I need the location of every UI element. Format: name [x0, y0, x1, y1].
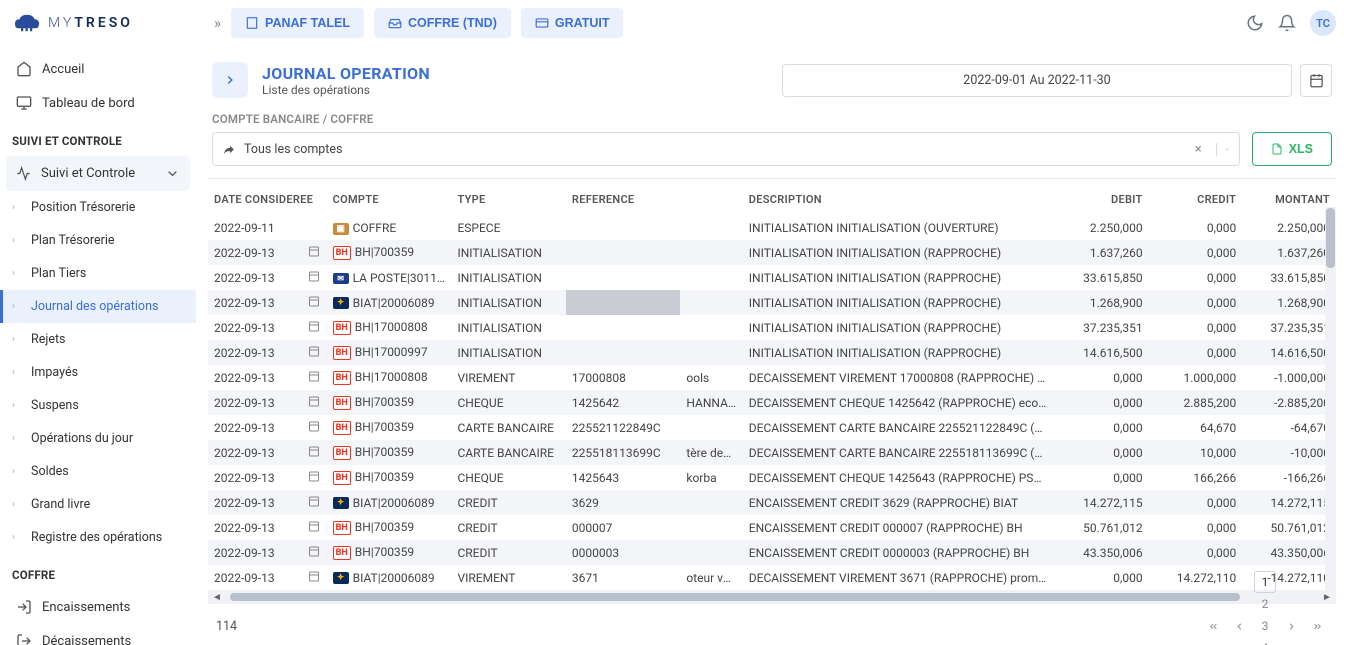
table-row[interactable]: 2022-09-13BHBH|700359CARTE BANCAIRE22552… [208, 415, 1336, 440]
filter-label: COMPTE BANCAIRE / COFFRE [208, 112, 1336, 132]
sidebar-sub-op-rations-du-jour[interactable]: ›Opérations du jour [0, 422, 196, 455]
page-title: JOURNAL OPERATION [262, 64, 430, 83]
col-debit[interactable]: DEBIT [1055, 179, 1149, 216]
account-filter-value: Tous les comptes [244, 142, 342, 157]
table-row[interactable]: 2022-09-13BHBH|700359CREDIT000007ENCAISS… [208, 515, 1336, 540]
export-xls-button[interactable]: XLS [1252, 132, 1332, 166]
sidebar-group-suivi[interactable]: Suivi et Controle [6, 156, 190, 191]
sidebar-item-accueil[interactable]: Accueil [0, 52, 196, 86]
table-row[interactable]: 2022-09-13✦BIAT|20006089INITIALISATIONIN… [208, 290, 1336, 315]
sidebar-sub-rejets[interactable]: ›Rejets [0, 323, 196, 356]
page-icon[interactable] [212, 62, 248, 98]
app-logo: MYTRESO [12, 11, 208, 35]
table-row[interactable]: 2022-09-13BHBH|700359CREDIT0000003ENCAIS… [208, 540, 1336, 565]
pager-first[interactable] [1202, 615, 1224, 637]
sidebar-section-coffre: COFFRE [0, 554, 196, 590]
clear-filter-icon[interactable]: × [1189, 142, 1208, 157]
table-row[interactable]: 2022-09-11▣COFFREESPECEINITIALISATION IN… [208, 216, 1336, 240]
date-range-input[interactable]: 2022-09-01 Au 2022-11-30 [782, 64, 1292, 97]
share-icon [223, 143, 236, 156]
sidebar-sub-impay-s[interactable]: ›Impayés [0, 356, 196, 389]
table-row[interactable]: 2022-09-13BHBH|700359CARTE BANCAIRE22551… [208, 440, 1336, 465]
sidebar-sub-position-tr-sorerie[interactable]: ›Position Trésorerie [0, 191, 196, 224]
calendar-button[interactable] [1300, 64, 1332, 97]
activity-icon [16, 166, 31, 181]
top-button-gratuit[interactable]: GRATUIT [521, 8, 624, 38]
account-filter-combo[interactable]: Tous les comptes × [212, 132, 1240, 166]
vertical-scrollbar[interactable] [1325, 207, 1336, 590]
pager-last[interactable] [1306, 615, 1328, 637]
sidebar-sub-suspens[interactable]: ›Suspens [0, 389, 196, 422]
scroll-left-icon[interactable]: ◄ [210, 592, 224, 603]
pager-next[interactable] [1280, 615, 1302, 637]
pager-page-2[interactable]: 2 [1254, 593, 1276, 615]
sidebar-item-décaissements[interactable]: Décaissements [0, 624, 196, 645]
table-row[interactable]: 2022-09-13✉LA POSTE|30110865INITIALISATI… [208, 265, 1336, 290]
col-description[interactable]: DESCRIPTION [743, 179, 1055, 216]
table-row[interactable]: 2022-09-13BHBH|17000997INITIALISATIONINI… [208, 340, 1336, 365]
table-row[interactable]: 2022-09-13BHBH|17000808INITIALISATIONINI… [208, 315, 1336, 340]
sidebar-sub-plan-tr-sorerie[interactable]: ›Plan Trésorerie [0, 224, 196, 257]
table-row[interactable]: 2022-09-13✦BIAT|20006089CREDIT3629ENCAIS… [208, 490, 1336, 515]
sidebar-item-encaissements[interactable]: Encaissements [0, 590, 196, 624]
sidebar-sub-journal-des-op-rations[interactable]: ›Journal des opérations [0, 290, 196, 323]
sidebar-sub-grand-livre[interactable]: ›Grand livre [0, 488, 196, 521]
col-montant[interactable]: MONTANT [1242, 179, 1336, 216]
file-icon [1271, 143, 1283, 155]
pager-page-3[interactable]: 3 [1254, 615, 1276, 637]
table-row[interactable]: 2022-09-13BHBH|700359CHEQUE1425642HANNA.… [208, 390, 1336, 415]
total-count: 114 [216, 619, 237, 634]
user-avatar[interactable]: TC [1310, 10, 1336, 36]
sidebar-item-tableau-de-bord[interactable]: Tableau de bord [0, 86, 196, 120]
col-credit[interactable]: CREDIT [1149, 179, 1243, 216]
sidebar: AccueilTableau de bord SUIVI ET CONTROLE… [0, 46, 196, 645]
chevron-down-icon[interactable] [1216, 143, 1229, 156]
sidebar-sub-registre-des-op-rations[interactable]: ›Registre des opérations [0, 521, 196, 554]
sidebar-section-suivi: SUIVI ET CONTROLE [0, 120, 196, 156]
sidebar-sub-plan-tiers[interactable]: ›Plan Tiers [0, 257, 196, 290]
chevron-down-icon [165, 166, 180, 181]
table-row[interactable]: 2022-09-13BHBH|700359INITIALISATIONINITI… [208, 240, 1336, 265]
col-compte[interactable]: COMPTE [327, 179, 452, 216]
table-row[interactable]: 2022-09-13✦BIAT|20006089VIREMENT3671oteu… [208, 565, 1336, 590]
logo-icon [12, 11, 42, 35]
brand-text: MYTRESO [48, 15, 133, 31]
table-row[interactable]: 2022-09-13BHBH|700359CHEQUE1425643korbaD… [208, 465, 1336, 490]
table-row[interactable]: 2022-09-13BHBH|17000808VIREMENT17000808o… [208, 365, 1336, 390]
col-reference[interactable]: REFERENCE [566, 179, 680, 216]
col-date[interactable]: DATE CONSIDEREE [208, 179, 302, 216]
col-type[interactable]: TYPE [451, 179, 565, 216]
top-button-coffre-tnd-[interactable]: COFFRE (TND) [374, 8, 511, 38]
table-header-row: DATE CONSIDEREE COMPTE TYPE REFERENCE DE… [208, 179, 1336, 216]
theme-icon[interactable] [1246, 14, 1264, 32]
bell-icon[interactable] [1278, 14, 1296, 32]
pager-page-4[interactable]: 4 [1254, 637, 1276, 645]
sidebar-collapse-icon[interactable]: » [208, 14, 227, 32]
page-subtitle: Liste des opérations [262, 83, 430, 97]
top-button-panaf-talel[interactable]: PANAF TALEL [231, 8, 364, 38]
sidebar-sub-soldes[interactable]: ›Soldes [0, 455, 196, 488]
horizontal-scrollbar[interactable]: ◄ ► [208, 590, 1336, 604]
pager-prev[interactable] [1228, 615, 1250, 637]
